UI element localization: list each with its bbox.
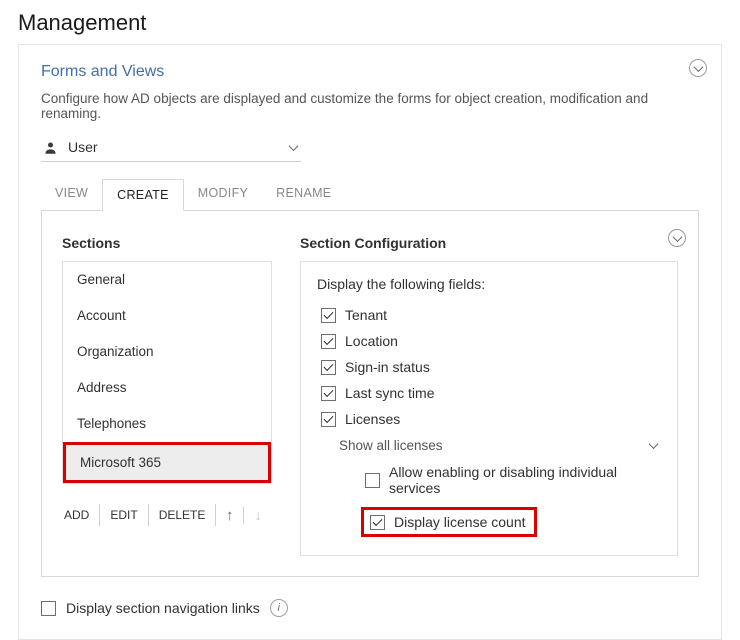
section-item-address[interactable]: Address [63, 370, 271, 406]
display-license-count-checkbox[interactable] [370, 515, 385, 530]
tenant-checkbox[interactable] [321, 308, 336, 323]
display-fields-prompt: Display the following fields: [317, 276, 661, 292]
user-icon [43, 140, 58, 155]
display-license-count-label: Display license count [394, 514, 526, 530]
section-item-organization[interactable]: Organization [63, 334, 271, 370]
info-icon[interactable]: i [270, 599, 288, 617]
section-item-general[interactable]: General [63, 262, 271, 298]
section-item-telephones[interactable]: Telephones [63, 406, 271, 442]
sections-column: Sections General Account Organization Ad… [62, 235, 272, 556]
field-signin-row: Sign-in status [317, 354, 661, 380]
field-allow-individual-row: Allow enabling or disabling individual s… [361, 459, 661, 501]
sections-list: General Account Organization Address Tel… [62, 261, 272, 484]
field-licenses-row: Licenses [317, 406, 661, 432]
sections-heading: Sections [62, 235, 272, 251]
field-display-count-row: Display license count [366, 512, 530, 532]
licenses-checkbox[interactable] [321, 412, 336, 427]
display-nav-links-checkbox[interactable] [41, 601, 56, 616]
display-navigation-row: Display section navigation links i [41, 599, 699, 617]
collapse-config-button[interactable] [668, 229, 686, 247]
allow-individual-services-checkbox[interactable] [365, 473, 380, 488]
license-mode-select[interactable]: Show all licenses [339, 432, 661, 459]
edit-section-button[interactable]: EDIT [100, 504, 148, 526]
object-type-select[interactable]: User [41, 137, 301, 162]
object-type-value: User [68, 139, 98, 155]
last-sync-checkbox[interactable] [321, 386, 336, 401]
section-configuration-box: Display the following fields: Tenant Loc… [300, 261, 678, 556]
move-down-button: ↓ [244, 507, 272, 524]
display-nav-links-label: Display section navigation links [66, 600, 260, 616]
section-configuration-heading: Section Configuration [300, 235, 678, 251]
add-section-button[interactable]: ADD [62, 504, 100, 526]
chevron-down-icon [693, 62, 703, 72]
signin-status-checkbox[interactable] [321, 360, 336, 375]
field-tenant-row: Tenant [317, 302, 661, 328]
field-lastsync-row: Last sync time [317, 380, 661, 406]
license-mode-value: Show all licenses [339, 438, 443, 453]
last-sync-label: Last sync time [345, 385, 434, 401]
chevron-down-icon [289, 141, 299, 151]
delete-section-button[interactable]: DELETE [149, 504, 217, 526]
page-title: Management [0, 0, 740, 44]
tab-modify[interactable]: MODIFY [184, 178, 262, 210]
tab-create[interactable]: CREATE [102, 179, 184, 211]
licenses-label: Licenses [345, 411, 400, 427]
panel-title: Forms and Views [41, 63, 699, 81]
forms-views-panel: Forms and Views Configure how AD objects… [18, 44, 722, 640]
tab-rename[interactable]: RENAME [262, 178, 345, 210]
section-item-account[interactable]: Account [63, 298, 271, 334]
location-label: Location [345, 333, 398, 349]
signin-status-label: Sign-in status [345, 359, 430, 375]
section-actions-toolbar: ADD EDIT DELETE ↑ ↓ [62, 504, 272, 526]
tenant-label: Tenant [345, 307, 387, 323]
tab-body: Sections General Account Organization Ad… [41, 211, 699, 577]
move-up-button[interactable]: ↑ [216, 507, 244, 524]
chevron-down-icon [672, 232, 682, 242]
panel-description: Configure how AD objects are displayed a… [41, 91, 699, 121]
allow-individual-services-label: Allow enabling or disabling individual s… [389, 464, 661, 496]
display-license-count-highlight: Display license count [361, 507, 537, 537]
location-checkbox[interactable] [321, 334, 336, 349]
section-configuration-column: Section Configuration Display the follow… [300, 235, 678, 556]
section-item-microsoft-365[interactable]: Microsoft 365 [63, 442, 271, 483]
collapse-panel-button[interactable] [689, 59, 707, 77]
form-tabs: VIEW CREATE MODIFY RENAME [41, 178, 699, 211]
chevron-down-icon [649, 439, 659, 449]
field-location-row: Location [317, 328, 661, 354]
tab-view[interactable]: VIEW [41, 178, 102, 210]
